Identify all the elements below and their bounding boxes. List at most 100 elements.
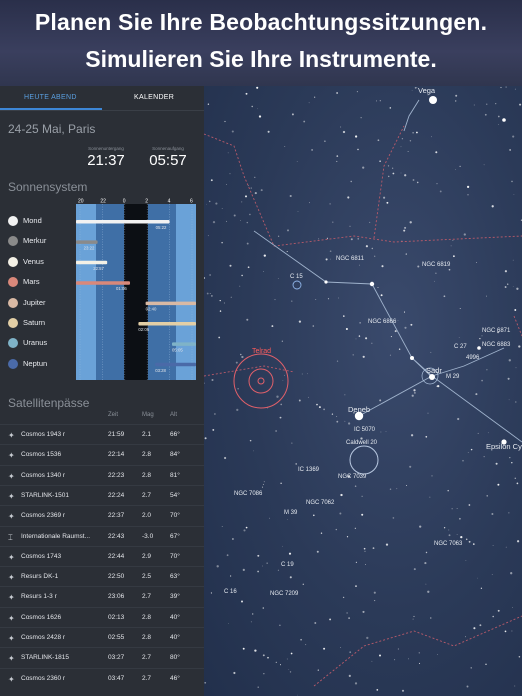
star xyxy=(313,514,315,517)
telrad-inner-ring xyxy=(257,377,265,385)
star xyxy=(363,547,366,550)
planet-icon xyxy=(8,256,18,267)
planet-row-jupiter[interactable]: Jupiter xyxy=(8,296,78,310)
star xyxy=(455,94,458,97)
star xyxy=(504,286,507,288)
star xyxy=(210,592,212,594)
star xyxy=(511,461,513,464)
star xyxy=(221,526,223,528)
sky-object-label[interactable]: IC 5070 xyxy=(354,427,375,433)
planet-row-merkur[interactable]: Merkur xyxy=(8,234,78,248)
sky-object-label[interactable]: Telrad xyxy=(252,348,271,355)
hour-label: 20 xyxy=(78,199,84,205)
sky-object-label[interactable]: C 15 xyxy=(290,274,303,280)
star xyxy=(218,336,221,339)
sky-object-label[interactable]: NGC 6819 xyxy=(422,262,450,268)
star[interactable] xyxy=(502,118,506,122)
star xyxy=(297,210,299,212)
planet-row-saturn[interactable]: Saturn xyxy=(8,316,78,330)
star xyxy=(331,413,334,415)
star xyxy=(336,160,338,162)
star xyxy=(398,348,401,350)
star xyxy=(289,194,292,198)
satellite-row[interactable]: ✦ Resurs 1-3 r 23:06 2.7 39° xyxy=(0,586,204,607)
tab-bar: HEUTE ABEND KALENDER xyxy=(0,86,204,111)
planet-row-mars[interactable]: Mars xyxy=(8,275,78,289)
satellite-row[interactable]: ✦ Cosmos 1626 02:13 2.8 40° xyxy=(0,606,204,628)
planet-row-mond[interactable]: Mond xyxy=(8,214,78,228)
satellite-row[interactable]: ✦ Cosmos 1743 22:44 2.9 70° xyxy=(0,545,204,567)
satellite-row[interactable]: ⌶ Internationale Raumst... 22:43 -3.0 67° xyxy=(0,525,204,547)
star[interactable] xyxy=(410,356,414,360)
star xyxy=(509,457,511,459)
sky-object-label[interactable]: C 16 xyxy=(224,589,237,595)
sky-object-label[interactable]: NGC 7209 xyxy=(270,591,298,597)
planet-row-neptun[interactable]: Neptun xyxy=(8,357,78,371)
star xyxy=(453,255,455,258)
sky-object-label[interactable]: M 29 xyxy=(446,374,459,380)
sky-object-label[interactable]: IC 1369 xyxy=(298,467,319,473)
sky-object-label[interactable]: NGC 6871 xyxy=(482,328,510,334)
visibility-time-label: 03:28 xyxy=(155,368,166,373)
star xyxy=(401,138,404,140)
star xyxy=(481,335,483,337)
star[interactable] xyxy=(369,281,375,287)
sky-object-label[interactable]: C 19 xyxy=(281,562,294,568)
hour-label: 4 xyxy=(168,199,171,205)
sky-map[interactable]: Vega NGC 6811 NGC 6819 C 15 NGC 6866 NGC 6871… xyxy=(204,86,522,696)
tab-tonight[interactable]: HEUTE ABEND xyxy=(24,94,77,101)
sky-object-label[interactable]: Deneb xyxy=(348,405,370,414)
satellite-row[interactable]: ✦ Cosmos 1943 r 21:59 2.1 66° xyxy=(0,424,204,445)
sky-object-label[interactable]: NGC 6811 xyxy=(336,256,364,262)
pass-time: 02:13 xyxy=(108,613,125,621)
pass-time: 22:50 xyxy=(108,573,125,581)
satellite-row[interactable]: ✦ Cosmos 2369 r 22:37 2.0 70° xyxy=(0,505,204,526)
star xyxy=(244,195,248,198)
satellite-icon: ✦ xyxy=(8,552,15,562)
star-vega[interactable] xyxy=(429,96,437,104)
sky-object-label[interactable]: NGC 7039 xyxy=(338,474,366,480)
sky-object-label[interactable]: Caldwell 20 xyxy=(346,440,377,446)
satellite-row[interactable]: ✦ Cosmos 1340 r 22:23 2.8 81° xyxy=(0,464,204,486)
satellite-row[interactable]: ✦ STARLINK-1815 03:27 2.7 80° xyxy=(0,647,204,668)
sky-object-label[interactable]: NGC 7062 xyxy=(306,500,334,506)
tab-calendar[interactable]: KALENDER xyxy=(134,94,174,101)
telrad-middle-ring xyxy=(248,368,274,394)
sky-object-label[interactable]: Epsilon Cy xyxy=(486,442,522,451)
planet-row-venus[interactable]: Venus xyxy=(8,255,78,269)
sky-object-label[interactable]: Sadr xyxy=(426,366,442,375)
star xyxy=(492,615,494,618)
satellite-name: Cosmos 1626 xyxy=(21,613,62,621)
satellite-row[interactable]: ✦ Cosmos 2428 r 02:55 2.8 40° xyxy=(0,627,204,648)
sky-object-label[interactable]: Vega xyxy=(418,86,435,95)
sky-object-label[interactable]: C 27 xyxy=(454,344,467,350)
sky-object-label[interactable]: M 39 xyxy=(284,510,297,516)
star[interactable] xyxy=(477,346,481,350)
star xyxy=(500,86,502,89)
star xyxy=(431,136,432,138)
hour-label: 0 xyxy=(123,199,126,205)
star xyxy=(338,297,339,299)
sky-object-label[interactable]: NGC 7086 xyxy=(234,491,262,497)
star xyxy=(284,374,285,376)
star xyxy=(231,538,234,540)
star[interactable] xyxy=(324,280,328,284)
sky-object-label[interactable]: NGC 7063 xyxy=(434,541,462,547)
star xyxy=(224,120,226,123)
sky-object-label[interactable]: 4996 xyxy=(466,355,479,361)
banner-line-2: Simulieren Sie Ihre Instrumente. xyxy=(85,46,437,72)
star xyxy=(211,295,213,297)
satellite-row[interactable]: ✦ Cosmos 1536 22:14 2.8 84° xyxy=(0,444,204,465)
star xyxy=(236,408,239,412)
planet-row-uranus[interactable]: Uranus xyxy=(8,336,78,350)
constellation-line xyxy=(253,230,522,443)
sky-object-label[interactable]: NGC 6883 xyxy=(482,342,510,348)
sky-object-label[interactable]: NGC 6866 xyxy=(368,319,396,325)
satellite-icon: ✦ xyxy=(8,634,15,643)
star xyxy=(380,431,382,433)
star xyxy=(400,146,402,148)
satellite-row[interactable]: ✦ Resurs DK-1 22:50 2.5 63° xyxy=(0,566,204,587)
satellite-row[interactable]: ✦ STARLINK-1501 22:24 2.7 54° xyxy=(0,484,204,506)
satellite-row[interactable]: ✦ Cosmos 2360 r 03:47 2.7 46° xyxy=(0,667,204,689)
star xyxy=(204,437,207,440)
